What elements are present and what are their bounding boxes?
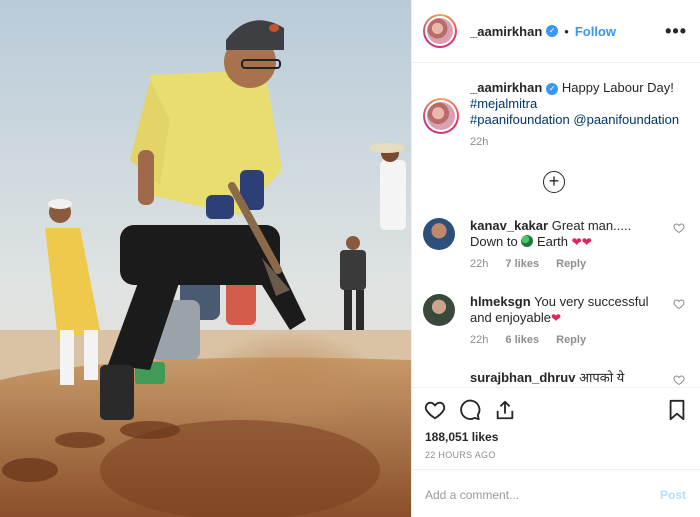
post-side-panel: _aamirkhan ✓ • Follow ••• _aamirkhan ✓ Ha… — [411, 0, 700, 517]
post-comment-button[interactable]: Post — [660, 488, 686, 502]
hashtag-paanifoundation[interactable]: #paanifoundation — [470, 112, 570, 127]
post-image — [0, 0, 411, 517]
verified-badge-icon: ✓ — [546, 25, 559, 37]
comment-text: surajbhan_dhruv आपको ये — [470, 370, 660, 386]
comment-bubble-icon[interactable] — [459, 399, 481, 421]
post-actions: 188,051 likes 22 HOURS AGO — [412, 387, 700, 460]
comment-input[interactable]: Add a comment... — [425, 488, 519, 502]
comment-username[interactable]: hlmeksgn — [470, 294, 531, 309]
caption-time: 22h — [470, 136, 489, 148]
likes-count[interactable]: 188,051 likes — [425, 430, 498, 444]
like-comment-heart-icon[interactable] — [673, 298, 685, 310]
comments-section[interactable]: _aamirkhan ✓ Happy Labour Day! #mejalmitr… — [412, 64, 700, 386]
caption-body: Happy Labour Day! — [561, 80, 674, 95]
more-options-icon[interactable]: ••• — [665, 22, 687, 40]
comment-meta: 22h 7 likes Reply — [470, 258, 693, 270]
red-heart-emoji-icon: ❤ — [550, 311, 562, 325]
comment-likes[interactable]: 7 likes — [505, 258, 539, 270]
commenter-avatar[interactable] — [423, 218, 455, 250]
hashtag-mejalmitra[interactable]: #mejalmitra — [470, 96, 537, 111]
reply-button[interactable]: Reply — [556, 334, 586, 346]
comment-time: 22h — [470, 258, 489, 270]
comment-item: surajbhan_dhruv आपको ये — [423, 370, 693, 386]
comment-body-end: Earth — [536, 234, 569, 249]
like-comment-heart-icon[interactable] — [673, 222, 685, 234]
separator-dot: • — [564, 23, 569, 39]
caption-username[interactable]: _aamirkhan — [470, 80, 542, 95]
action-icon-row — [412, 388, 700, 430]
caption-text: _aamirkhan ✓ Happy Labour Day! #mejalmitr… — [470, 80, 693, 128]
like-comment-heart-icon[interactable] — [673, 374, 685, 386]
post-photo[interactable] — [0, 0, 411, 517]
comment-username[interactable]: kanav_kakar — [470, 218, 548, 233]
save-bookmark-icon[interactable] — [667, 399, 687, 421]
share-icon[interactable] — [494, 399, 516, 421]
author-avatar[interactable] — [423, 14, 457, 48]
comment-text: hlmeksgn You very successful and enjoyab… — [470, 294, 660, 326]
load-more-comments-button[interactable]: + — [543, 171, 565, 193]
mention-paanifoundation[interactable]: @paanifoundation — [573, 112, 679, 127]
follow-button[interactable]: Follow — [575, 24, 616, 39]
like-heart-icon[interactable] — [424, 399, 446, 421]
comment-time: 22h — [470, 334, 489, 346]
comment-username[interactable]: surajbhan_dhruv — [470, 370, 575, 385]
commenter-avatar[interactable] — [423, 294, 455, 326]
caption-verified-icon: ✓ — [546, 82, 559, 95]
earth-emoji-icon — [521, 235, 534, 247]
comment-item: hlmeksgn You very successful and enjoyab… — [423, 294, 693, 346]
post-header: _aamirkhan ✓ • Follow ••• — [412, 0, 700, 63]
author-username[interactable]: _aamirkhan — [470, 24, 542, 39]
reply-button[interactable]: Reply — [556, 258, 586, 270]
comment-meta: 22h 6 likes Reply — [470, 334, 693, 346]
comment-likes[interactable]: 6 likes — [505, 334, 539, 346]
comment-item: kanav_kakar Great man..... Down to Earth… — [423, 218, 693, 270]
comment-text: kanav_kakar Great man..... Down to Earth… — [470, 218, 660, 250]
add-comment-bar: Add a comment... Post — [412, 469, 700, 517]
post-caption: _aamirkhan ✓ Happy Labour Day! #mejalmitr… — [423, 80, 693, 148]
comment-body: आपको ये — [579, 370, 625, 385]
caption-avatar[interactable] — [423, 98, 459, 134]
post-timestamp: 22 HOURS AGO — [425, 450, 496, 460]
red-heart-emoji-icon: ❤❤ — [571, 235, 592, 249]
